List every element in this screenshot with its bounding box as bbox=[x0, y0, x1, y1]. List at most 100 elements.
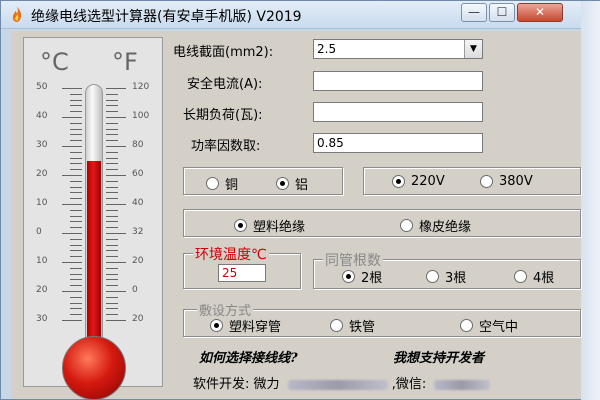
fahrenheit-tick-mark bbox=[106, 250, 118, 252]
fahrenheit-tick-label: 120 bbox=[132, 82, 150, 92]
fahrenheit-tick-mark bbox=[106, 151, 118, 153]
celsius-tick-mark bbox=[62, 175, 82, 176]
celsius-tick-label: 50 bbox=[36, 82, 48, 92]
celsius-tick-mark bbox=[70, 250, 82, 252]
current-field[interactable] bbox=[313, 71, 483, 91]
celsius-tick-mark bbox=[70, 157, 82, 159]
section-label: 电线截面(mm2): bbox=[173, 45, 274, 60]
air-radio[interactable]: 空气中 bbox=[460, 316, 518, 335]
four-wires-label: 4根 bbox=[533, 271, 555, 286]
celsius-tick-mark bbox=[70, 227, 82, 229]
celsius-tick-mark bbox=[70, 140, 82, 142]
power-factor-label: 功率因数取: bbox=[191, 139, 261, 154]
plastic-tube-dot bbox=[210, 319, 223, 332]
fahrenheit-tick-mark bbox=[106, 215, 118, 217]
celsius-tick-label: 30 bbox=[36, 314, 48, 324]
celsius-tick-mark bbox=[62, 291, 82, 292]
celsius-tick-mark bbox=[62, 146, 82, 147]
ambient-temp-field[interactable]: 25 bbox=[218, 264, 266, 282]
fahrenheit-tick-mark bbox=[106, 233, 126, 234]
celsius-tick-mark bbox=[70, 186, 82, 188]
window-title: 绝缘电线选型计算器(有安卓手机版) V2019 bbox=[31, 9, 302, 25]
iron-tube-radio[interactable]: 铁管 bbox=[330, 316, 375, 335]
celsius-tick-mark bbox=[70, 308, 82, 310]
copper-radio[interactable]: 铜 bbox=[206, 174, 238, 193]
flame-icon bbox=[12, 6, 22, 22]
fahrenheit-tick-mark bbox=[106, 320, 126, 321]
v380-radio[interactable]: 380V bbox=[480, 174, 533, 189]
v380-label: 380V bbox=[499, 174, 533, 189]
fahrenheit-tick-mark bbox=[106, 180, 118, 182]
fahrenheit-tick-mark bbox=[106, 267, 118, 269]
fahrenheit-tick-mark bbox=[106, 105, 118, 107]
minimize-button[interactable]: — bbox=[461, 3, 487, 22]
load-label: 长期负荷(瓦): bbox=[183, 108, 263, 123]
support-developer-link[interactable]: 我想支持开发者 bbox=[393, 347, 484, 366]
ambient-label: 环境温度℃ bbox=[193, 244, 269, 264]
side-edge bbox=[581, 1, 600, 400]
aluminum-radio[interactable]: 铝 bbox=[276, 174, 308, 193]
voltage-group: 220V 380V bbox=[363, 167, 581, 195]
celsius-tick-mark bbox=[62, 320, 82, 321]
copper-label: 铜 bbox=[225, 178, 239, 193]
v220-label: 220V bbox=[411, 174, 445, 189]
how-to-choose-link[interactable]: 如何选择接线线? bbox=[199, 347, 298, 366]
v380-radio-dot bbox=[480, 175, 493, 188]
fahrenheit-tick-label: 60 bbox=[132, 169, 144, 179]
celsius-tick-mark bbox=[62, 233, 82, 234]
fahrenheit-tick-mark bbox=[106, 140, 118, 142]
rubber-insulation-radio[interactable]: 橡皮绝缘 bbox=[400, 216, 471, 235]
fahrenheit-tick-label: 20 bbox=[132, 256, 144, 266]
celsius-tick-mark bbox=[70, 122, 82, 124]
redacted-qq bbox=[287, 379, 388, 390]
celsius-tick-mark bbox=[70, 163, 82, 165]
celsius-tick-mark bbox=[70, 302, 82, 304]
four-wires-radio[interactable]: 4根 bbox=[514, 267, 554, 286]
fahrenheit-tick-mark bbox=[106, 238, 118, 240]
plastic-insulation-radio[interactable]: 塑料绝缘 bbox=[234, 216, 305, 235]
maximize-button[interactable]: ☐ bbox=[489, 3, 515, 22]
fahrenheit-tick-mark bbox=[106, 314, 118, 316]
copper-radio-dot bbox=[206, 177, 219, 190]
celsius-tick-mark bbox=[70, 215, 82, 217]
celsius-tick-mark bbox=[62, 204, 82, 205]
celsius-tick-mark bbox=[70, 192, 82, 194]
chevron-down-icon[interactable]: ▼ bbox=[464, 40, 482, 58]
current-label: 安全电流(A): bbox=[187, 77, 263, 92]
three-wires-radio[interactable]: 3根 bbox=[426, 267, 466, 286]
power-factor-field[interactable]: 0.85 bbox=[313, 133, 483, 153]
fahrenheit-tick-mark bbox=[106, 209, 118, 211]
celsius-tick-mark bbox=[70, 180, 82, 182]
v220-radio[interactable]: 220V bbox=[392, 174, 445, 189]
wechat-label: ,微信: bbox=[391, 377, 427, 392]
fahrenheit-tick-mark bbox=[106, 279, 118, 281]
title-bar: 绝缘电线选型计算器(有安卓手机版) V2019 — ☐ ✕ bbox=[1, 1, 599, 29]
celsius-tick-label: 40 bbox=[36, 111, 48, 121]
section-value: 2.5 bbox=[317, 42, 337, 56]
celsius-tick-mark bbox=[70, 244, 82, 246]
air-label: 空气中 bbox=[479, 320, 519, 335]
celsius-tick-mark bbox=[70, 128, 82, 130]
celsius-tick-label: 30 bbox=[36, 140, 48, 150]
close-button[interactable]: ✕ bbox=[517, 3, 563, 22]
celsius-tick-mark bbox=[62, 88, 82, 89]
fahrenheit-tick-label: 40 bbox=[132, 198, 144, 208]
fahrenheit-tick-mark bbox=[106, 99, 118, 101]
fahrenheit-tick-mark bbox=[106, 146, 126, 147]
laying-label: 敷设方式 bbox=[197, 300, 254, 319]
celsius-tick-mark bbox=[70, 314, 82, 316]
celsius-tick-mark bbox=[70, 296, 82, 298]
load-field[interactable] bbox=[313, 102, 483, 122]
celsius-tick-label: 0 bbox=[36, 227, 42, 237]
celsius-tick-mark bbox=[70, 238, 82, 240]
developer-info: 软件开发: 微力 ,微信: bbox=[193, 373, 491, 392]
celsius-tick-mark bbox=[70, 134, 82, 136]
celsius-tick-mark bbox=[70, 279, 82, 281]
fahrenheit-tick-mark bbox=[106, 221, 118, 223]
section-select[interactable]: 2.5 ▼ bbox=[313, 39, 483, 59]
fahrenheit-tick-label: 20 bbox=[132, 314, 144, 324]
fahrenheit-tick-mark bbox=[106, 227, 118, 229]
developer-label: 软件开发: 微力 bbox=[193, 377, 280, 392]
plastic-insulation-label: 塑料绝缘 bbox=[253, 220, 306, 235]
plastic-insulation-dot bbox=[234, 219, 247, 232]
